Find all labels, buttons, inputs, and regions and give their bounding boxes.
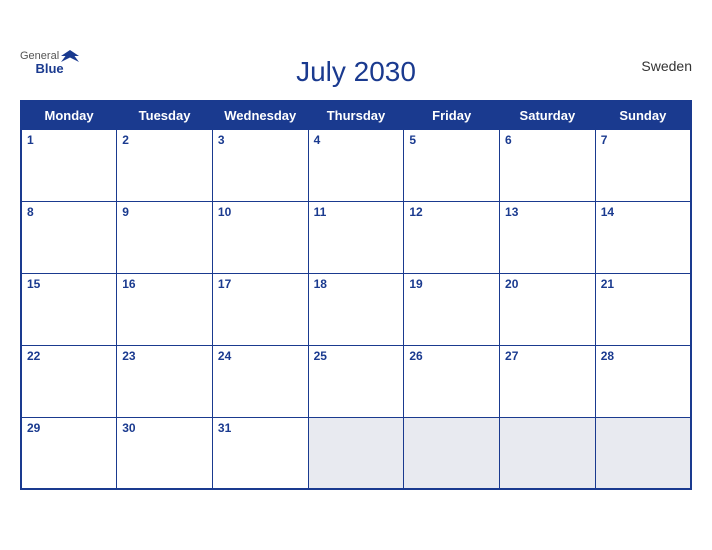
day-cell: 14 [595,201,691,273]
day-cell: 31 [212,417,308,489]
day-cell: 26 [404,345,500,417]
day-number: 29 [27,421,111,435]
day-number: 8 [27,205,111,219]
day-cell: 8 [21,201,117,273]
day-cell: 29 [21,417,117,489]
logo-bird-icon [61,50,79,62]
day-header-sunday: Sunday [595,101,691,130]
day-cell [595,417,691,489]
week-row-5: 29 30 31 [21,417,691,489]
day-cell: 17 [212,273,308,345]
day-header-monday: Monday [21,101,117,130]
day-number: 15 [27,277,111,291]
calendar-title: July 2030 [296,56,416,88]
day-cell: 28 [595,345,691,417]
day-number: 4 [314,133,399,147]
day-cell: 25 [308,345,404,417]
day-number: 14 [601,205,685,219]
day-number: 25 [314,349,399,363]
day-number: 24 [218,349,303,363]
day-cell: 16 [117,273,213,345]
week-row-3: 15 16 17 18 19 20 21 [21,273,691,345]
calendar-table: MondayTuesdayWednesdayThursdayFridaySatu… [20,100,692,491]
day-number: 27 [505,349,590,363]
calendar-header: General Blue July 2030 Sweden [20,50,692,94]
day-cell [404,417,500,489]
day-number: 18 [314,277,399,291]
day-number: 7 [601,133,685,147]
calendar-thead: MondayTuesdayWednesdayThursdayFridaySatu… [21,101,691,130]
day-number: 12 [409,205,494,219]
day-cell: 10 [212,201,308,273]
country-label: Sweden [641,58,692,74]
day-number: 28 [601,349,685,363]
day-cell: 24 [212,345,308,417]
day-header-saturday: Saturday [500,101,596,130]
day-number: 2 [122,133,207,147]
day-cell: 7 [595,129,691,201]
day-number: 3 [218,133,303,147]
day-cell: 19 [404,273,500,345]
week-row-2: 89 10 11 12 13 14 [21,201,691,273]
day-number: 10 [218,205,303,219]
day-cell: 4 [308,129,404,201]
days-header-row: MondayTuesdayWednesdayThursdayFridaySatu… [21,101,691,130]
day-cell: 3 [212,129,308,201]
day-number: 1 [27,133,111,147]
day-header-thursday: Thursday [308,101,404,130]
day-number: 13 [505,205,590,219]
day-cell: 20 [500,273,596,345]
day-cell: 13 [500,201,596,273]
day-number: 17 [218,277,303,291]
day-cell: 9 [117,201,213,273]
day-cell: 23 [117,345,213,417]
day-header-tuesday: Tuesday [117,101,213,130]
day-number: 23 [122,349,207,363]
day-cell: 5 [404,129,500,201]
day-cell: 11 [308,201,404,273]
day-number: 6 [505,133,590,147]
day-cell: 6 [500,129,596,201]
day-header-wednesday: Wednesday [212,101,308,130]
day-cell: 22 [21,345,117,417]
day-number: 11 [314,205,399,219]
day-number: 9 [122,205,207,219]
calendar-tbody: 1234567891011121314151617181920212223242… [21,129,691,489]
week-row-1: 1234567 [21,129,691,201]
day-cell: 2 [117,129,213,201]
day-number: 21 [601,277,685,291]
day-cell: 27 [500,345,596,417]
day-cell: 12 [404,201,500,273]
week-row-4: 22 23 24 25 26 27 28 [21,345,691,417]
day-number: 26 [409,349,494,363]
logo-blue-text: Blue [35,62,63,76]
day-cell [500,417,596,489]
day-number: 19 [409,277,494,291]
day-number: 22 [27,349,111,363]
day-cell: 15 [21,273,117,345]
day-number: 20 [505,277,590,291]
day-number: 5 [409,133,494,147]
day-header-friday: Friday [404,101,500,130]
day-number: 16 [122,277,207,291]
day-cell: 21 [595,273,691,345]
day-cell: 1 [21,129,117,201]
day-cell: 30 [117,417,213,489]
logo-area: General Blue [20,50,79,76]
day-cell: 18 [308,273,404,345]
day-cell [308,417,404,489]
day-number: 31 [218,421,303,435]
day-number: 30 [122,421,207,435]
calendar-container: General Blue July 2030 Sweden MondayTues… [0,40,712,511]
